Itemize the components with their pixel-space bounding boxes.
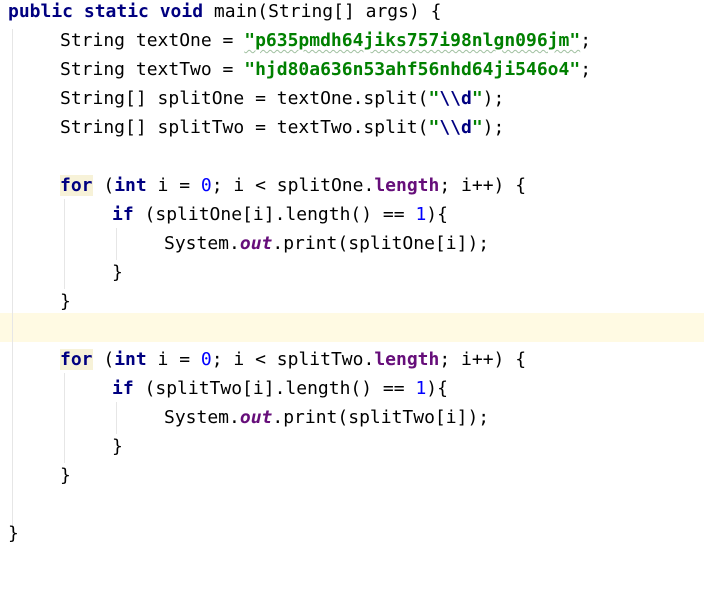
field-token: out <box>239 233 273 254</box>
code-token: String[] splitTwo = textTwo.split( <box>60 117 429 138</box>
code-token: ); <box>482 88 505 109</box>
code-line[interactable]: if (splitOne[i].length() == 1){ <box>0 200 704 229</box>
code-token: } <box>112 436 123 457</box>
code-token: ; <box>580 30 592 51</box>
number-literal: 1 <box>415 204 427 225</box>
code-token: if <box>112 204 134 225</box>
code-token: ( <box>92 349 115 370</box>
number-literal: 1 <box>415 378 427 399</box>
code-line[interactable]: } <box>0 432 704 461</box>
code-token: String textTwo = <box>60 59 245 80</box>
code-token: ; i < splitOne. <box>211 175 375 196</box>
code-line[interactable]: System.out.print(splitOne[i]); <box>0 229 704 258</box>
code-token: ; i < splitTwo. <box>211 349 375 370</box>
code-token: ){ <box>426 378 448 399</box>
code-token: ; <box>580 59 592 80</box>
string-literal: " <box>428 117 440 138</box>
code-token: String[] splitOne = textOne.split( <box>60 88 429 109</box>
code-token: System. <box>164 233 240 254</box>
code-token: i = <box>146 349 201 370</box>
code-line[interactable]: for (int i = 0; i < splitOne.length; i++… <box>0 171 704 200</box>
code-line[interactable]: if (splitTwo[i].length() == 1){ <box>0 374 704 403</box>
code-token: (splitOne[i].length() == <box>133 204 416 225</box>
number-literal: 0 <box>200 349 212 370</box>
field-token: length <box>374 349 440 370</box>
code-token: } <box>8 523 19 544</box>
code-token: public static void <box>8 1 204 22</box>
code-token: for <box>60 349 93 370</box>
code-token: main(String[] args) { <box>203 1 442 22</box>
code-token: int <box>114 175 147 196</box>
code-token: } <box>112 262 123 283</box>
escape-sequence: \\d <box>439 88 472 109</box>
escape-sequence: \\d <box>439 117 472 138</box>
code-line[interactable]: public static void main(String[] args) { <box>0 0 704 26</box>
string-literal: " <box>471 117 483 138</box>
code-token: .print(splitTwo[i]); <box>272 407 490 428</box>
code-token: i = <box>146 175 201 196</box>
code-line[interactable]: String textOne = "p635pmdh64jiks757i98nl… <box>0 26 704 55</box>
code-line[interactable]: String[] splitTwo = textTwo.split("\\d")… <box>0 113 704 142</box>
code-line[interactable]: String textTwo = "hjd80a636n53ahf56nhd64… <box>0 55 704 84</box>
code-editor[interactable]: public static void main(String[] args) {… <box>0 0 704 549</box>
code-token: System. <box>164 407 240 428</box>
code-token: if <box>112 378 134 399</box>
code-line[interactable]: for (int i = 0; i < splitTwo.length; i++… <box>0 345 704 374</box>
code-token: ){ <box>426 204 448 225</box>
code-line[interactable]: } <box>0 258 704 287</box>
code-token: } <box>60 291 71 312</box>
number-literal: 0 <box>200 175 212 196</box>
code-token: ( <box>92 175 115 196</box>
string-literal: "p635pmdh64jiks757i98nlgn096jm" <box>244 30 581 51</box>
code-token: } <box>60 465 71 486</box>
code-token: for <box>60 175 93 196</box>
string-literal: " <box>471 88 483 109</box>
field-token: out <box>239 407 273 428</box>
code-line[interactable]: String[] splitOne = textOne.split("\\d")… <box>0 84 704 113</box>
code-line[interactable]: System.out.print(splitTwo[i]); <box>0 403 704 432</box>
code-token: String textOne = <box>60 30 245 51</box>
code-token: ); <box>482 117 505 138</box>
code-line[interactable]: } <box>0 287 704 316</box>
code-token: ; i++) { <box>439 349 527 370</box>
code-token: ; i++) { <box>439 175 527 196</box>
code-token: int <box>114 349 147 370</box>
code-token: (splitTwo[i].length() == <box>133 378 416 399</box>
code-line[interactable]: } <box>0 461 704 490</box>
current-line-highlight <box>0 313 704 342</box>
string-literal: "hjd80a636n53ahf56nhd64ji546o4" <box>244 59 581 80</box>
code-line[interactable]: } <box>0 519 704 548</box>
field-token: length <box>374 175 440 196</box>
code-token: .print(splitOne[i]); <box>272 233 490 254</box>
string-literal: " <box>428 88 440 109</box>
